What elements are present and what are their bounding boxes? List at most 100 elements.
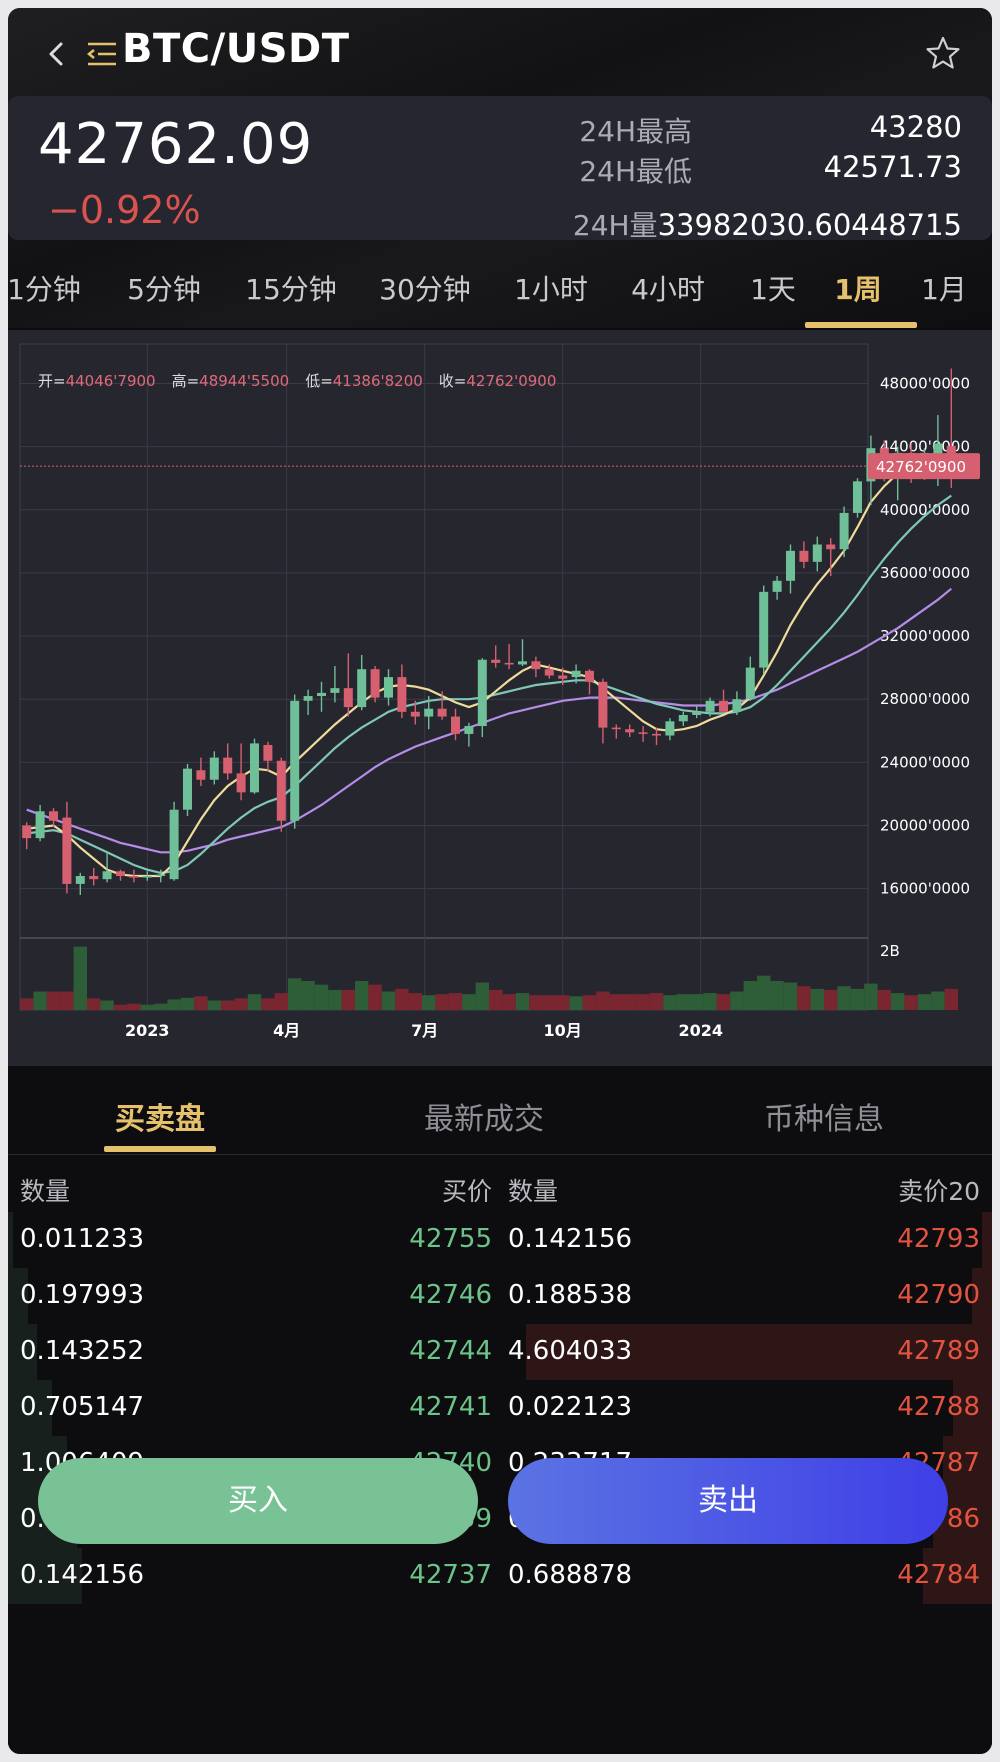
timeframe-tab[interactable]: 1小时 (514, 268, 588, 308)
candle-body (330, 688, 340, 693)
bid-qty: 0.142156 (20, 1560, 145, 1590)
volume-bar (663, 995, 677, 1010)
volume-bar (328, 989, 342, 1010)
open-label: 开= (38, 372, 66, 390)
volume-24h: 24H量33982030.60448715 (573, 204, 962, 244)
ask-qty: 0.022123 (508, 1392, 633, 1422)
volume-bar (180, 997, 195, 1010)
volume-bar (877, 989, 891, 1010)
timeframe-tab-active[interactable]: 1周 (834, 268, 881, 308)
timeframe-tab[interactable]: 15分钟 (245, 268, 337, 308)
volume-bar (489, 989, 503, 1010)
favorite-star-icon[interactable] (924, 34, 962, 72)
volume-bar (448, 993, 463, 1010)
sell-button[interactable]: 卖出 (508, 1458, 948, 1544)
volume-bar (100, 1000, 114, 1010)
candle-body (692, 711, 702, 715)
candle-body (477, 659, 487, 727)
volume-bar (904, 995, 918, 1010)
candle-body (705, 700, 715, 712)
volume-bar (154, 1003, 168, 1010)
volume-bar (757, 975, 771, 1010)
candle-body (317, 692, 326, 697)
bid-price: 42741 (409, 1392, 492, 1422)
timeframe-tab[interactable]: 1分钟 (8, 268, 81, 308)
volume-bar (60, 991, 74, 1010)
timeframe-tab[interactable]: 5分钟 (127, 268, 201, 308)
candle-body (357, 669, 367, 708)
bottom-tabs: 买卖盘 最新成交 币种信息 (8, 1066, 992, 1155)
tab-latest-trades[interactable]: 最新成交 (424, 1094, 544, 1138)
volume-bar (703, 993, 717, 1010)
candle-body (759, 591, 769, 668)
candle-body (571, 670, 581, 678)
volume-bar (435, 994, 449, 1010)
volume-bar (824, 989, 838, 1010)
high-24h-label: 24H最高 (579, 115, 692, 148)
volume-bar (770, 980, 784, 1010)
trading-screen: BTC/USDT 42762.09 −0.92% 24H最高 43280 24H… (8, 8, 992, 1754)
volume-bar (462, 994, 476, 1010)
timeframe-tab[interactable]: 30分钟 (379, 268, 471, 308)
volume-bar (261, 998, 275, 1010)
buy-button[interactable]: 买入 (38, 1458, 478, 1544)
tab-coin-info[interactable]: 币种信息 (764, 1094, 884, 1138)
price-chart[interactable]: 48000'0000 44000'0000 40000'0000 36000'0000… (8, 330, 992, 1066)
bid-qty: 0.705147 (20, 1392, 145, 1422)
candle-body (451, 716, 460, 734)
y-axis-tick-label: 16000'0000 (880, 880, 970, 898)
candle-body (223, 757, 233, 774)
candle-body (558, 675, 568, 679)
order-book-row[interactable]: 0.143252 42744 4.604033 42789 (8, 1324, 992, 1380)
x-axis-tick-label: 2023 (125, 1021, 170, 1040)
volume-bar (636, 994, 650, 1010)
volume-bar (395, 988, 409, 1010)
timeframe-tab[interactable]: 1月 (921, 268, 967, 308)
pair-title[interactable]: BTC/USDT (122, 26, 350, 72)
volume-bar (596, 991, 610, 1010)
ask-price: 42784 (897, 1560, 980, 1590)
order-book-row[interactable]: 0.705147 42741 0.022123 42788 (8, 1380, 992, 1436)
bid-qty: 0.011233 (20, 1224, 145, 1254)
candle-body (585, 670, 594, 682)
current-price-tag-label: 42762'0900 (876, 458, 966, 476)
y-axis-tick-label: 28000'0000 (880, 690, 970, 708)
timeframe-tabs: 1分钟 5分钟 15分钟 30分钟 1小时 4小时 1天 1周 1月 (8, 254, 992, 330)
candle-body (745, 667, 755, 700)
last-price: 42762.09 (38, 112, 314, 177)
timeframe-tab[interactable]: 1天 (750, 268, 796, 308)
high-value: 48944'5500 (199, 372, 290, 390)
ask-price-header: 卖价20 (898, 1177, 980, 1206)
order-book-row[interactable]: 0.142156 42737 0.688878 42784 (8, 1548, 992, 1604)
volume-24h-label: 24H量 (572, 209, 658, 242)
order-book-row[interactable]: 0.197993 42746 0.188538 42790 (8, 1268, 992, 1324)
candle-body (598, 681, 608, 728)
x-axis-tick-label: 4月 (273, 1021, 300, 1040)
candle-body (839, 512, 849, 550)
volume-bar (502, 994, 516, 1010)
candle-body (196, 770, 206, 780)
order-book-row[interactable]: 0.011233 42755 0.142156 42793 (8, 1212, 992, 1268)
ask-qty: 0.142156 (508, 1224, 633, 1254)
timeframe-tab[interactable]: 4小时 (631, 268, 705, 308)
volume-bar (475, 982, 489, 1010)
pair-menu-icon[interactable] (86, 40, 118, 68)
tab-order-book[interactable]: 买卖盘 (115, 1094, 205, 1138)
candle-body (625, 729, 635, 733)
volume-bar (46, 991, 61, 1010)
ask-price: 42789 (897, 1336, 980, 1366)
volume-bar (234, 998, 248, 1010)
volume-bar (864, 983, 878, 1010)
bottom-tab-indicator (104, 1146, 216, 1152)
volume-bar (783, 982, 798, 1010)
price-change-percent: −0.92% (48, 188, 201, 232)
candle-body (812, 544, 822, 562)
bid-price: 42746 (409, 1280, 492, 1310)
volume-bar (127, 1003, 141, 1010)
volume-bar (569, 996, 583, 1010)
volume-bar (422, 995, 436, 1010)
volume-bar (676, 994, 690, 1010)
candle-body (236, 773, 246, 793)
candle-body (156, 874, 166, 877)
back-arrow-icon[interactable] (38, 36, 74, 72)
